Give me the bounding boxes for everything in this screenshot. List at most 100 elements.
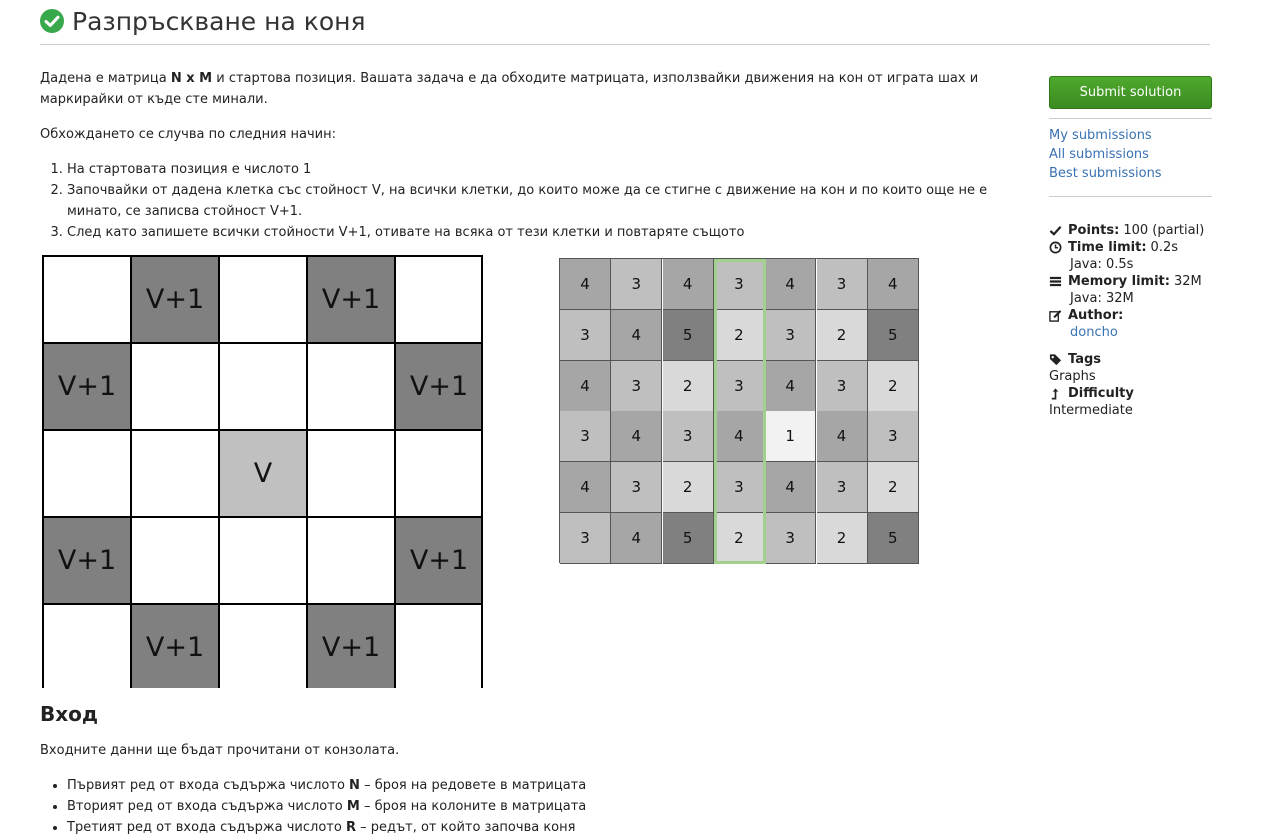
diagram-cell: V+1 [132,257,220,344]
diagram-cell: V [220,431,308,518]
diagram-cell [396,431,481,518]
grid-cell: 2 [662,360,714,412]
tags-value: Graphs [1049,369,1096,384]
diagram-cell: V+1 [44,344,132,431]
author-row: Author: [1049,307,1212,324]
problem-info: Points: 100 (partial) Time limit: 0.2s J… [1049,222,1212,419]
grid-cell: 4 [560,462,611,514]
database-icon [1049,276,1062,287]
grid-cell: 3 [867,411,919,463]
knight-moves-diagram: V+1 V+1 V+1 V+1 V V+1 V+1 V+1 V+1 [42,255,483,688]
diagram-cell [308,518,396,605]
diagram-cell: V+1 [396,518,481,605]
step-item: Започвайки от дадена клетка със стойност… [67,180,1015,222]
grid-cell: 4 [816,411,868,463]
illustrations: V+1 V+1 V+1 V+1 V V+1 V+1 V+1 V+1 43434343452325… [42,255,942,688]
input-item-text: – броя на колоните в матрицата [359,799,587,814]
grid-cell: 2 [867,360,919,412]
diagram-cell: V+1 [132,605,220,688]
intro-paragraph: Дадена е матрица N x M и стартова позици… [40,68,1015,110]
check-circle-icon [40,9,64,33]
my-submissions-link[interactable]: My submissions [1049,126,1212,145]
points-label: Points: [1068,223,1120,238]
diagram-cell [220,518,308,605]
tags-block: Tags Graphs Difficulty Intermediate [1049,351,1212,419]
memory-limit-label: Memory limit: [1068,274,1170,289]
grid-cell: 3 [560,411,611,463]
input-item-text: Първият ред от входа съдържа числото [67,778,350,793]
grid-cell: 1 [765,411,817,463]
memory-limit-java: Java: 32M [1070,291,1134,306]
grid-cell: 2 [662,462,714,514]
input-section: Вход Входните данни ще бъдат прочитани о… [40,700,1015,838]
author-label: Author: [1068,308,1124,323]
steps-list: На стартовата позиция е числото 1 Започв… [40,159,1015,243]
checkmark-icon [1049,226,1062,236]
submit-solution-button[interactable]: Submit solution [1049,76,1212,109]
tags-label: Tags [1068,352,1102,367]
grid-cell: 3 [816,360,868,412]
grid-cell: 5 [867,513,919,564]
diagram-cell [132,344,220,431]
grid-cell: 3 [765,309,817,361]
grid-cell: 4 [765,462,817,514]
tags-row: Tags [1049,351,1212,368]
step-item: След като запишете всички стойности V+1,… [67,222,1015,243]
page-header: Разпръскване на коня [40,5,1210,45]
time-limit-java: Java: 0.5s [1070,257,1134,272]
input-item: Първият ред от входа съдържа числото N –… [67,775,1015,796]
author-link[interactable]: doncho [1070,325,1118,340]
diagram-cell: V+1 [308,257,396,344]
diagram-cell [220,257,308,344]
diagram-cell [308,431,396,518]
grid-cell: 4 [765,259,817,310]
grid-cell: 2 [816,309,868,361]
grid-cell: 3 [713,462,765,514]
input-item-text: Третият ред от входа съдържа числото [67,820,346,835]
input-item-var: N [349,778,360,793]
grid-cell: 2 [816,513,868,564]
memory-limit-row: Memory limit: 32M [1049,273,1212,290]
grid-cell: 5 [662,513,714,564]
all-submissions-link[interactable]: All submissions [1049,145,1212,164]
input-item-text: – броя на редовете в матрицата [359,778,587,793]
best-submissions-link[interactable]: Best submissions [1049,164,1212,183]
input-item-text: Вторият ред от входа съдържа числото [67,799,347,814]
grid-cell: 4 [560,259,611,310]
diagram-cell [396,257,481,344]
grid-cell: 4 [560,360,611,412]
grid-cell: 2 [713,309,765,361]
problem-statement: Дадена е матрица N x M и стартова позици… [40,68,1015,243]
grid-cell: 4 [662,259,714,310]
grid-cell: 3 [560,309,611,361]
grid-cell: 3 [662,411,714,463]
grid-cell: 4 [611,411,663,463]
grid-cell: 3 [765,513,817,564]
grid-cell: 3 [713,259,765,310]
edit-icon [1049,310,1062,322]
points-value: 100 (partial) [1123,223,1205,238]
input-item-var: R [345,820,356,835]
grid-cell: 3 [560,513,611,564]
step-item: На стартовата позиция е числото 1 [67,159,1015,180]
time-limit-row: Time limit: 0.2s [1049,239,1212,256]
grid-cell: 4 [611,513,663,564]
memory-limit-value: 32M [1173,274,1202,289]
grid-cell: 4 [611,309,663,361]
clock-icon [1049,241,1062,254]
submission-links: My submissions All submissions Best subm… [1049,119,1212,187]
grid-cell: 3 [713,360,765,412]
grid-cell: 3 [611,259,663,310]
input-item: Третият ред от входа съдържа числото R –… [67,817,1015,838]
difficulty-label: Difficulty [1068,386,1134,401]
grid-cell: 3 [611,462,663,514]
grid-cell: 4 [713,411,765,463]
process-intro: Обхождането се случва по следния начин: [40,127,336,142]
grid-cell: 5 [867,309,919,361]
diagram-cell [308,344,396,431]
grid-cell: 3 [611,360,663,412]
traversal-example-grid: 4343434345232543234323434143432343234523… [559,258,919,564]
diagram-cell [132,518,220,605]
section-heading: Вход [40,702,99,726]
input-item: Вторият ред от входа съдържа числото M –… [67,796,1015,817]
